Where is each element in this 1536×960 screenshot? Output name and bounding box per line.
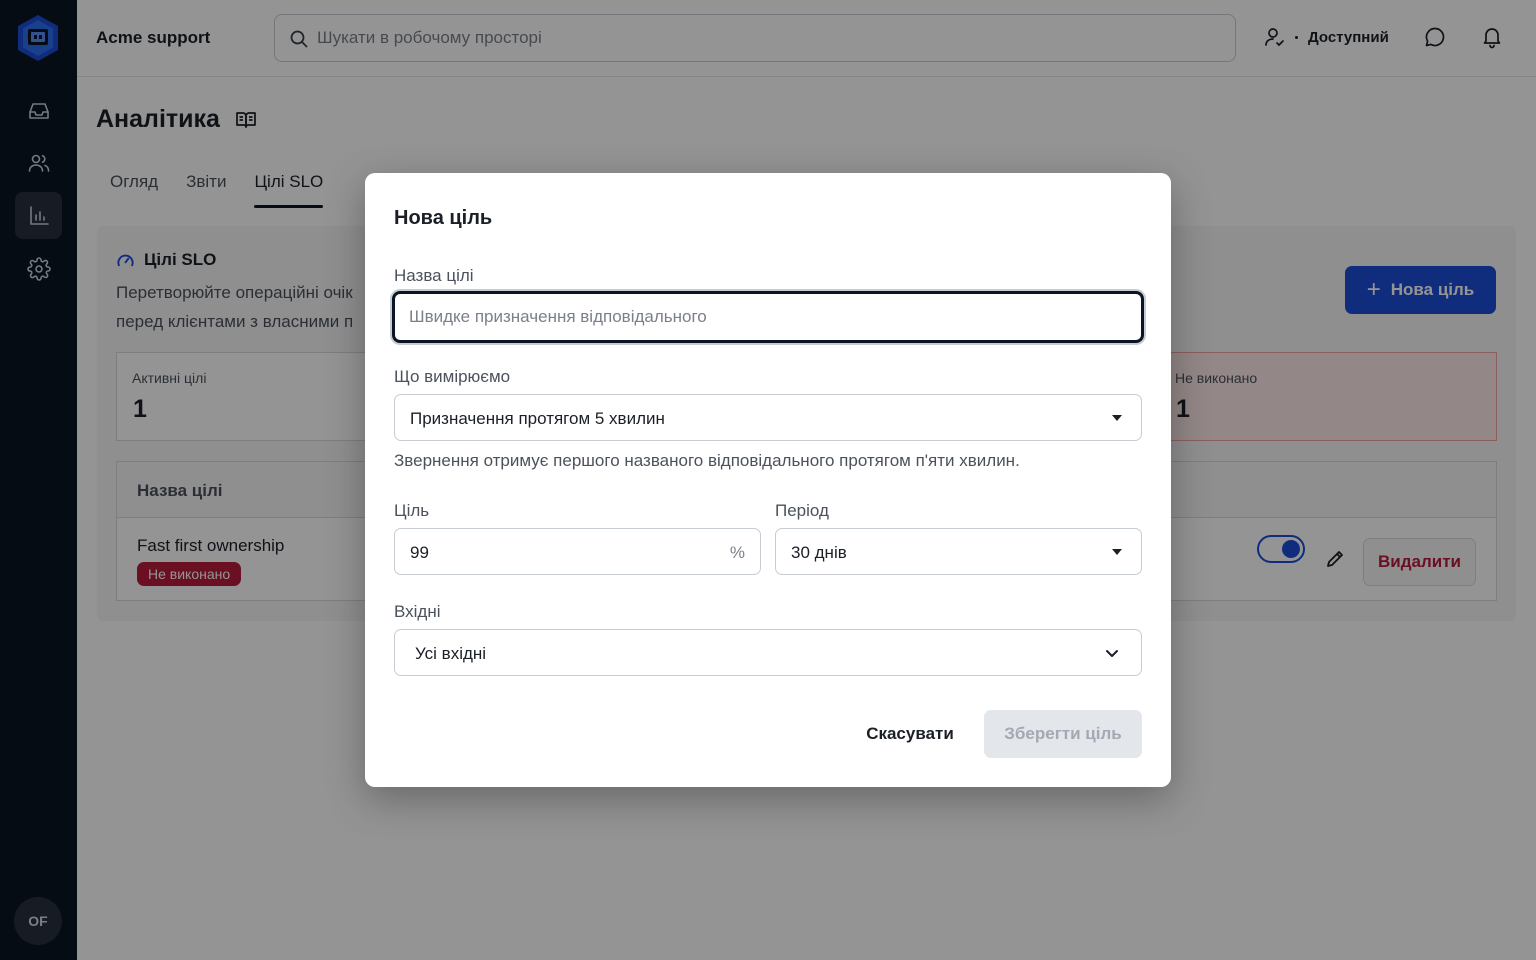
- chevron-down-icon: [1103, 644, 1121, 662]
- metric-hint: Звернення отримує першого названого відп…: [394, 451, 1020, 470]
- target-label: Ціль: [394, 501, 430, 520]
- target-input-field[interactable]: 99 %: [394, 528, 761, 575]
- inbox-select[interactable]: Усі вхідні: [394, 629, 1142, 676]
- period-select[interactable]: 30 днів: [775, 528, 1142, 575]
- metric-label: Що вимірюємо: [394, 367, 511, 386]
- inbox-label: Вхідні: [394, 602, 441, 621]
- metric-select[interactable]: Призначення протягом 5 хвилин: [394, 394, 1142, 441]
- goal-name-label: Назва цілі: [394, 266, 474, 285]
- period-select-value: 30 днів: [791, 543, 847, 562]
- caret-down-icon: [1112, 415, 1122, 421]
- target-value[interactable]: 99: [410, 543, 429, 563]
- goal-name-input[interactable]: [395, 294, 1141, 340]
- percent-suffix: %: [729, 543, 745, 562]
- goal-name-field[interactable]: [392, 291, 1144, 343]
- metric-select-value: Призначення протягом 5 хвилин: [410, 409, 665, 428]
- save-goal-button[interactable]: Зберегти ціль: [984, 710, 1142, 758]
- new-goal-dialog: Нова ціль Назва цілі Що вимірюємо Призна…: [365, 173, 1171, 787]
- period-label: Період: [775, 501, 829, 520]
- caret-down-icon: [1112, 549, 1122, 555]
- dialog-title: Нова ціль: [394, 207, 493, 229]
- inbox-select-value: Усі вхідні: [415, 644, 487, 663]
- cancel-button[interactable]: Скасувати: [850, 710, 970, 758]
